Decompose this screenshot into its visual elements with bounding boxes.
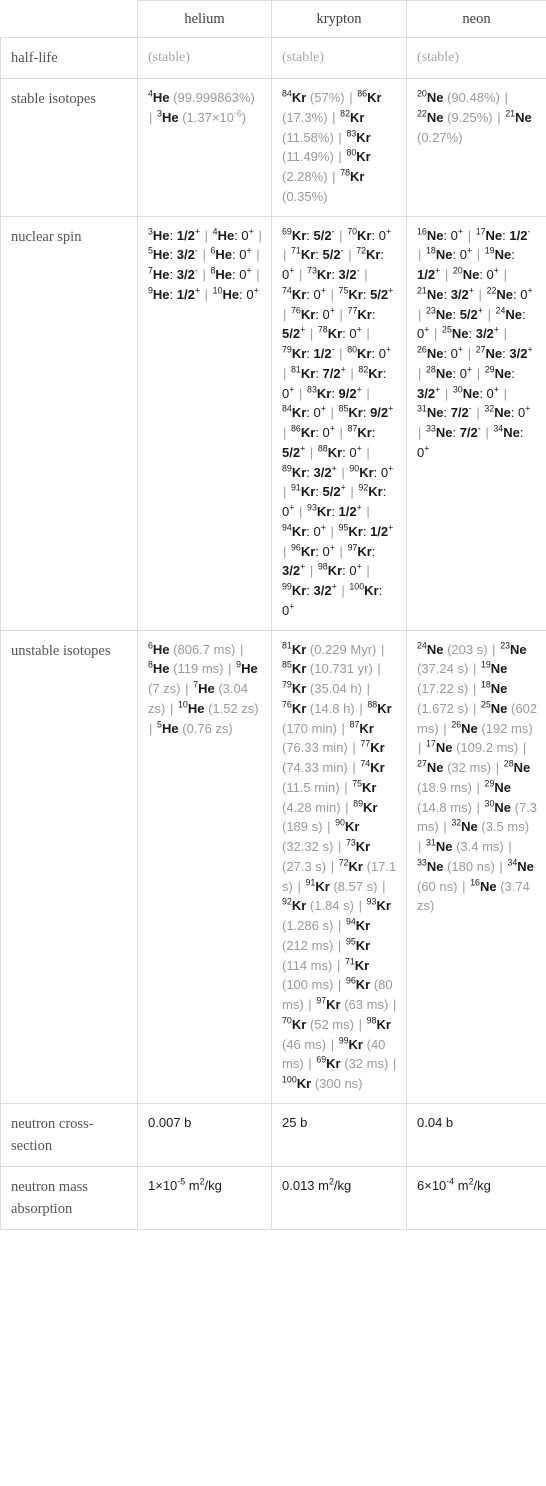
stable-isotopes-krypton-value: 84Kr (57%) | 86Kr (17.3%) | 82Kr (11.58%… <box>282 88 382 204</box>
stable-isotopes-neon-value: 20Ne (90.48%) | 22Ne (9.25%) | 21Ne (0.2… <box>417 88 532 145</box>
table-row: neutron mass absorption 1×10-5 m2/kg 0.0… <box>0 1165 546 1230</box>
table-row: neutron cross-section 0.007 b 25 b 0.04 … <box>0 1102 546 1167</box>
row-label-unstable-isotopes: unstable isotopes <box>0 629 138 1104</box>
nuclear-spin-helium-value: 3He: 1/2+ | 4He: 0+ | 5He: 3/2- | 6He: 0… <box>148 226 262 302</box>
stable-isotopes-krypton: 84Kr (57%) | 86Kr (17.3%) | 82Kr (11.58%… <box>271 78 407 217</box>
table-row: nuclear spin 3He: 1/2+ | 4He: 0+ | 5He: … <box>0 215 546 631</box>
header-helium: helium <box>137 0 272 39</box>
neutron-mass-absorption-helium: 1×10-5 m2/kg <box>137 1165 272 1230</box>
neutron-mass-absorption-krypton: 0.013 m2/kg <box>271 1165 407 1230</box>
row-label-neutron-cross-section: neutron cross-section <box>0 1102 138 1167</box>
neutron-cross-section-krypton: 25 b <box>271 1102 407 1167</box>
table-row: stable isotopes 4He (99.999863%) | 3He (… <box>0 78 546 217</box>
neutron-cross-section-helium: 0.007 b <box>137 1102 272 1167</box>
nuclear-spin-krypton-value: 69Kr: 5/2- | 70Kr: 0+ | 71Kr: 5/2- | 72K… <box>282 226 394 618</box>
half-life-krypton: (stable) <box>271 37 407 80</box>
half-life-krypton-value: (stable) <box>282 50 324 66</box>
stable-isotopes-helium: 4He (99.999863%) | 3He (1.37×10-6) <box>137 78 272 217</box>
nuclear-spin-neon-value: 16Ne: 0+ | 17Ne: 1/2- | 18Ne: 0+ | 19Ne:… <box>417 226 533 460</box>
unstable-isotopes-krypton: 81Kr (0.229 Myr) | 85Kr (10.731 yr) | 79… <box>271 629 407 1104</box>
unstable-isotopes-neon-value: 24Ne (203 s) | 23Ne (37.24 s) | 19Ne (17… <box>417 640 538 914</box>
header-krypton: krypton <box>271 0 407 39</box>
neutron-mass-absorption-neon: 6×10-4 m2/kg <box>406 1165 546 1230</box>
half-life-neon-value: (stable) <box>417 50 459 66</box>
unstable-isotopes-neon: 24Ne (203 s) | 23Ne (37.24 s) | 19Ne (17… <box>406 629 546 1104</box>
table-row: half-life (stable) (stable) (stable) <box>0 37 546 80</box>
half-life-neon: (stable) <box>406 37 546 80</box>
unstable-isotopes-krypton-value: 81Kr (0.229 Myr) | 85Kr (10.731 yr) | 79… <box>282 640 397 1092</box>
nuclear-spin-helium: 3He: 1/2+ | 4He: 0+ | 5He: 3/2- | 6He: 0… <box>137 215 272 631</box>
unstable-isotopes-helium: 6He (806.7 ms) | 8He (119 ms) | 9He (7 z… <box>137 629 272 1104</box>
neutron-cross-section-neon: 0.04 b <box>406 1102 546 1167</box>
row-label-stable-isotopes: stable isotopes <box>0 78 138 217</box>
row-label-neutron-mass-absorption: neutron mass absorption <box>0 1165 138 1230</box>
nuclear-spin-neon: 16Ne: 0+ | 17Ne: 1/2- | 18Ne: 0+ | 19Ne:… <box>406 215 546 631</box>
table-header-row: helium krypton neon <box>0 0 546 39</box>
unstable-isotopes-helium-value: 6He (806.7 ms) | 8He (119 ms) | 9He (7 z… <box>148 640 259 736</box>
half-life-helium-value: (stable) <box>148 50 190 66</box>
header-neon: neon <box>406 0 546 39</box>
isotope-properties-table: helium krypton neon half-life (stable) (… <box>0 0 546 1230</box>
table-row: unstable isotopes 6He (806.7 ms) | 8He (… <box>0 629 546 1104</box>
stable-isotopes-helium-value: 4He (99.999863%) | 3He (1.37×10-6) <box>148 88 255 125</box>
row-label-half-life: half-life <box>0 37 138 80</box>
header-blank-cell <box>0 0 138 39</box>
stable-isotopes-neon: 20Ne (90.48%) | 22Ne (9.25%) | 21Ne (0.2… <box>406 78 546 217</box>
half-life-helium: (stable) <box>137 37 272 80</box>
row-label-nuclear-spin: nuclear spin <box>0 215 138 631</box>
nuclear-spin-krypton: 69Kr: 5/2- | 70Kr: 0+ | 71Kr: 5/2- | 72K… <box>271 215 407 631</box>
